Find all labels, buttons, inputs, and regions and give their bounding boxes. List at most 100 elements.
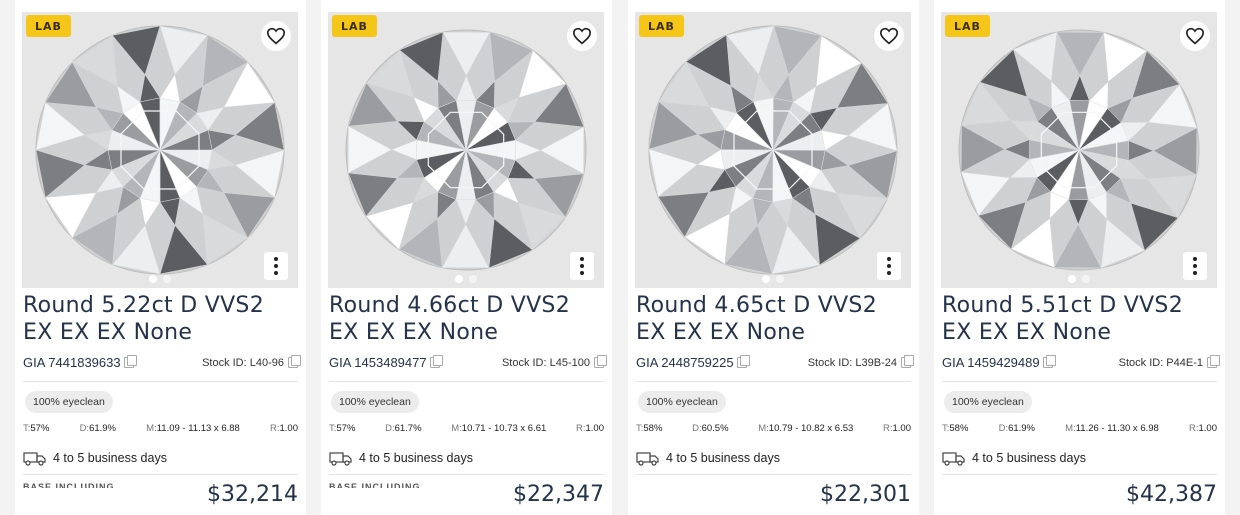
specs-row: T:57% D:61.7% M:10.71 - 10.73 x 6.61 R:1… (329, 423, 604, 434)
gia-number[interactable]: GIA 1453489477 (329, 355, 443, 370)
carousel-dot-active[interactable] (455, 275, 463, 283)
specs-row: T:57% D:61.9% M:11.09 - 11.13 x 6.88 R:1… (23, 423, 298, 434)
price-note: BASE INCLUDING (329, 482, 421, 488)
carousel-dots (941, 275, 1217, 283)
shipping-info: 4 to 5 business days (23, 450, 167, 466)
diamond-title[interactable]: Round 5.51ct D VVS2 EX EX EX None (942, 292, 1218, 346)
gia-number[interactable]: GIA 2448759225 (636, 355, 750, 370)
carousel-dot-active[interactable] (1068, 275, 1076, 283)
copy-icon[interactable] (901, 355, 914, 368)
diamond-card[interactable]: LAB Round 5.51ct D VVS2 EX EX EX None GI… (934, 0, 1225, 515)
lab-badge: LAB (26, 15, 71, 37)
copy-icon[interactable] (123, 355, 137, 368)
eyeclean-badge: 100% eyeclean (944, 391, 1032, 413)
eyeclean-badge: 100% eyeclean (638, 391, 726, 413)
identifiers-row: GIA 7441839633 Stock ID: L40-96 (23, 355, 301, 370)
copy-icon[interactable] (1042, 355, 1056, 368)
ratio-spec: R:1.00 (1188, 423, 1217, 434)
ratio-spec: R:1.00 (269, 423, 298, 434)
table-spec: T:57% (23, 423, 50, 434)
heart-outline-icon (1185, 27, 1205, 45)
diamond-title[interactable]: Round 4.65ct D VVS2 EX EX EX None (636, 292, 912, 346)
price: $22,347 (513, 482, 604, 507)
diamond-image[interactable]: LAB (941, 12, 1217, 288)
divider (942, 474, 1217, 475)
product-grid: LAB Round 5.22ct D VVS2 EX EX EX None GI… (0, 0, 1240, 515)
diamond-card[interactable]: LAB Round 4.66ct D VVS2 EX EX EX None GI… (321, 0, 612, 515)
copy-icon[interactable] (736, 355, 750, 368)
diamond-title[interactable]: Round 4.66ct D VVS2 EX EX EX None (329, 292, 605, 346)
ratio-spec: R:1.00 (575, 423, 604, 434)
diamond-title[interactable]: Round 5.22ct D VVS2 EX EX EX None (23, 292, 299, 346)
identifiers-row: GIA 2448759225 Stock ID: L39B-24 (636, 355, 914, 370)
price: $22,301 (820, 482, 911, 507)
identifiers-row: GIA 1459429489 Stock ID: P44E-1 (942, 355, 1220, 370)
eyeclean-badge: 100% eyeclean (25, 391, 113, 413)
copy-icon[interactable] (594, 355, 607, 368)
depth-spec: D:61.9% (998, 423, 1035, 434)
stock-id[interactable]: Stock ID: L45-100 (502, 355, 607, 369)
lab-badge: LAB (639, 15, 684, 37)
specs-row: T:58% D:60.5% M:10.79 - 10.82 x 6.53 R:1… (636, 423, 911, 434)
heart-outline-icon (572, 27, 592, 45)
kebab-menu-icon (274, 257, 278, 261)
divider (636, 381, 911, 382)
diamond-card[interactable]: LAB Round 4.65ct D VVS2 EX EX EX None GI… (628, 0, 919, 515)
price-note: BASE INCLUDING (23, 482, 115, 488)
eyeclean-badge: 100% eyeclean (331, 391, 419, 413)
price: $32,214 (207, 482, 298, 507)
diamond-card[interactable]: LAB Round 5.22ct D VVS2 EX EX EX None GI… (15, 0, 306, 515)
divider (23, 381, 298, 382)
carousel-dot-active[interactable] (762, 275, 770, 283)
ratio-spec: R:1.00 (882, 423, 911, 434)
kebab-menu-icon (580, 257, 584, 261)
carousel-dots (328, 275, 604, 283)
stock-id[interactable]: Stock ID: L39B-24 (808, 355, 914, 369)
delivery-truck-icon (329, 452, 352, 466)
gia-number[interactable]: GIA 1459429489 (942, 355, 1056, 370)
diamond-image-graphic (941, 12, 1217, 288)
kebab-menu-icon (887, 257, 891, 261)
divider (329, 381, 604, 382)
carousel-dot[interactable] (469, 275, 477, 283)
table-spec: T:58% (942, 423, 969, 434)
copy-icon[interactable] (1207, 355, 1220, 368)
diamond-image[interactable]: LAB (635, 12, 911, 288)
stock-id[interactable]: Stock ID: P44E-1 (1119, 355, 1220, 369)
carousel-dot[interactable] (776, 275, 784, 283)
price: $42,387 (1126, 482, 1217, 507)
copy-icon[interactable] (429, 355, 443, 368)
diamond-image[interactable]: LAB (328, 12, 604, 288)
depth-spec: D:61.9% (79, 423, 116, 434)
shipping-info: 4 to 5 business days (329, 450, 473, 466)
measurements-spec: M:11.09 - 11.13 x 6.88 (146, 423, 240, 434)
copy-icon[interactable] (288, 355, 301, 368)
divider (23, 474, 298, 475)
favorite-button[interactable] (567, 21, 597, 51)
carousel-dot[interactable] (1082, 275, 1090, 283)
lab-badge: LAB (332, 15, 377, 37)
diamond-image-graphic (328, 12, 604, 288)
delivery-truck-icon (636, 452, 659, 466)
carousel-dot[interactable] (163, 275, 171, 283)
heart-outline-icon (266, 27, 286, 45)
carousel-dots (635, 275, 911, 283)
stock-id[interactable]: Stock ID: L40-96 (202, 355, 301, 369)
table-spec: T:57% (329, 423, 356, 434)
carousel-dot-active[interactable] (149, 275, 157, 283)
delivery-truck-icon (942, 452, 965, 466)
measurements-spec: M:10.79 - 10.82 x 6.53 (758, 423, 854, 434)
measurements-spec: M:11.26 - 11.30 x 6.98 (1065, 423, 1159, 434)
lab-badge: LAB (945, 15, 990, 37)
kebab-menu-icon (1193, 257, 1197, 261)
shipping-info: 4 to 5 business days (636, 450, 780, 466)
gia-number[interactable]: GIA 7441839633 (23, 355, 137, 370)
diamond-image[interactable]: LAB (22, 12, 298, 288)
depth-spec: D:61.7% (385, 423, 422, 434)
diamond-image-graphic (635, 12, 911, 288)
measurements-spec: M:10.71 - 10.73 x 6.61 (451, 423, 547, 434)
favorite-button[interactable] (261, 21, 291, 51)
table-spec: T:58% (636, 423, 663, 434)
favorite-button[interactable] (1180, 21, 1210, 51)
favorite-button[interactable] (874, 21, 904, 51)
